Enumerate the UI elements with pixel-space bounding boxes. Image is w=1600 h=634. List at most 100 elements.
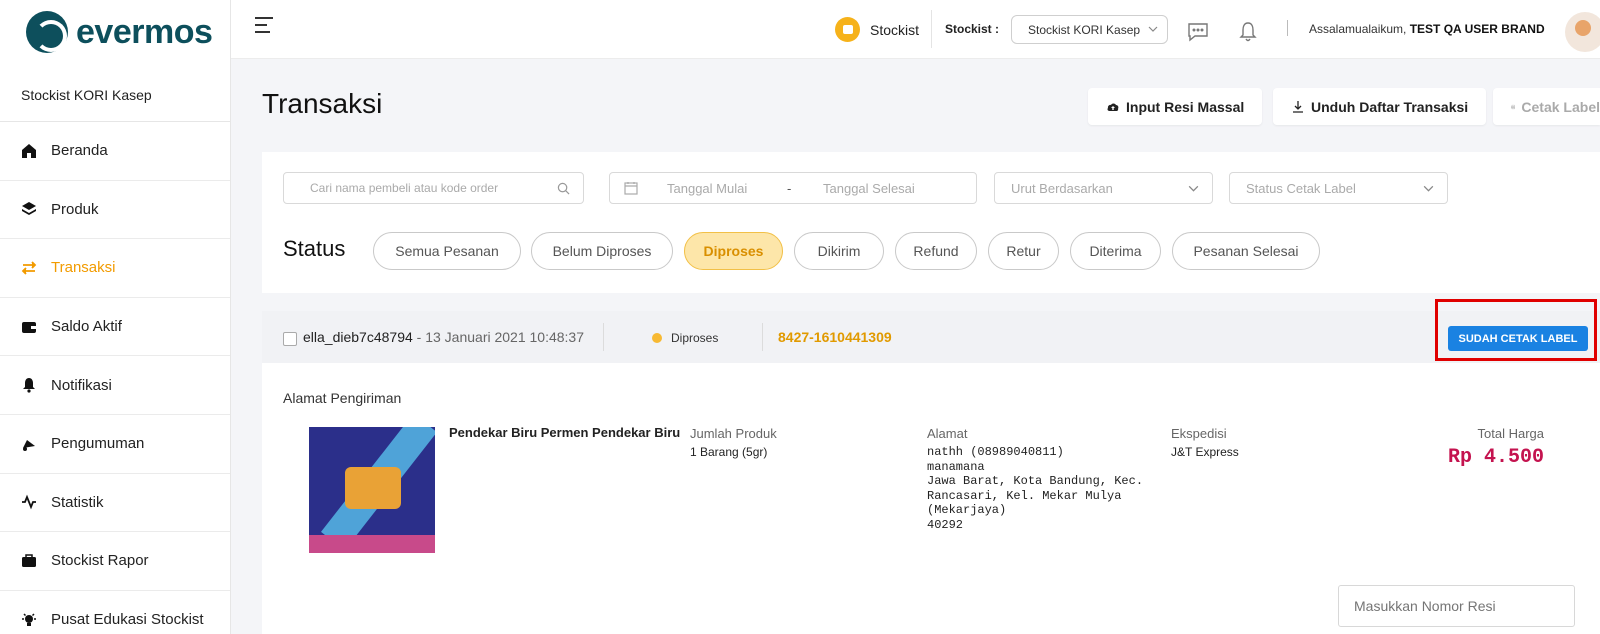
sidebar-item-label: Pusat Edukasi Stockist xyxy=(51,611,204,629)
date-separator: - xyxy=(787,180,792,196)
download-icon xyxy=(1293,100,1303,113)
notification-bell-icon[interactable] xyxy=(1238,21,1258,43)
sidebar-item-label: Beranda xyxy=(51,142,108,160)
order-code[interactable]: 8427-1610441309 xyxy=(778,329,892,345)
avatar[interactable] xyxy=(1565,12,1600,52)
date-start-placeholder: Tanggal Mulai xyxy=(667,180,748,196)
input-resi-massal-button[interactable]: Input Resi Massal xyxy=(1088,88,1263,125)
chevron-down-icon xyxy=(1423,185,1434,192)
sidebar-item-label: Pengumuman xyxy=(51,435,145,453)
order-date: - 13 Januari 2021 10:48:37 xyxy=(412,329,585,345)
address-value: nathh (08989040811) manamana Jawa Barat,… xyxy=(927,445,1143,532)
order-header: ella_dieb7c48794 - 13 Januari 2021 10:48… xyxy=(262,311,1600,363)
order-status: Diproses xyxy=(671,331,719,345)
store-icon xyxy=(835,17,860,42)
sidebar-item-transaksi[interactable]: Transaksi xyxy=(0,239,230,298)
total-price-value: Rp 4.500 xyxy=(1447,446,1544,469)
date-end-placeholder: Tanggal Selesai xyxy=(823,180,915,196)
tab-diterima[interactable]: Diterima xyxy=(1070,232,1161,270)
quantity-label: Jumlah Produk xyxy=(690,426,777,441)
unduh-daftar-transaksi-button[interactable]: Unduh Daftar Transaksi xyxy=(1273,88,1487,125)
layers-icon xyxy=(21,201,37,217)
tab-refund[interactable]: Refund xyxy=(895,232,977,270)
status-label: Status xyxy=(283,236,346,261)
product-image xyxy=(309,427,435,553)
tab-diproses[interactable]: Diproses xyxy=(684,232,783,270)
courier-label: Ekspedisi xyxy=(1171,426,1227,441)
divider xyxy=(603,323,604,351)
stockist-select-label: Stockist : xyxy=(945,22,1000,36)
chat-icon[interactable] xyxy=(1187,22,1209,42)
sidebar-item-produk[interactable]: Produk xyxy=(0,181,230,240)
store-name: Stockist KORI Kasep xyxy=(0,68,230,122)
input-resi-massal-label: Input Resi Massal xyxy=(1126,98,1245,115)
logo-text: evermos xyxy=(76,12,213,51)
megaphone-icon xyxy=(21,436,37,452)
sidebar-item-saldo-aktif[interactable]: Saldo Aktif xyxy=(0,298,230,357)
cetak-label-button[interactable]: Cetak Label xyxy=(1493,88,1600,125)
home-icon xyxy=(21,143,37,159)
total-price-label: Total Harga xyxy=(1477,426,1544,441)
tab-retur[interactable]: Retur xyxy=(988,232,1059,270)
wallet-icon xyxy=(21,319,37,335)
evermos-logo[interactable]: evermos xyxy=(0,0,230,64)
sidebar-item-label: Stockist Rapor xyxy=(51,552,149,570)
resi-number-input[interactable] xyxy=(1338,585,1575,627)
address-line: manamana xyxy=(927,459,985,474)
menu-toggle-icon[interactable] xyxy=(255,17,273,33)
tab-pesanan-selesai[interactable]: Pesanan Selesai xyxy=(1172,232,1320,270)
quantity-value: 1 Barang (5gr) xyxy=(690,445,768,459)
search-icon xyxy=(557,182,570,195)
address-line: Rancasari, Kel. Mekar Mulya xyxy=(927,488,1122,503)
sidebar-item-notifikasi[interactable]: Notifikasi xyxy=(0,356,230,415)
stockist-select-value: Stockist KORI Kasep xyxy=(1028,22,1141,37)
activity-icon xyxy=(21,494,37,510)
cloud-upload-icon xyxy=(1107,103,1119,111)
chevron-down-icon xyxy=(1148,26,1158,32)
unduh-daftar-transaksi-label: Unduh Daftar Transaksi xyxy=(1311,98,1469,115)
greeting-prefix: Assalamualaikum, xyxy=(1309,22,1410,36)
tab-dikirim[interactable]: Dikirim xyxy=(794,232,884,270)
tab-belum-diproses[interactable]: Belum Diproses xyxy=(531,232,673,270)
sidebar-item-pengumuman[interactable]: Pengumuman xyxy=(0,415,230,474)
filter-card: Cari nama pembeli atau kode order Tangga… xyxy=(262,152,1600,293)
address-line: (Mekarjaya) xyxy=(927,503,1007,517)
sidebar-item-pusat-edukasi[interactable]: Pusat Edukasi Stockist xyxy=(0,591,230,634)
sidebar-item-label: Saldo Aktif xyxy=(51,318,122,336)
stockist-select[interactable]: Stockist KORI Kasep xyxy=(1011,15,1168,44)
address-line: 40292 xyxy=(927,517,964,532)
courier-value: J&T Express xyxy=(1171,445,1239,459)
product-name[interactable]: Pendekar Biru Permen Pendekar Biru xyxy=(449,425,680,440)
status-dot-icon xyxy=(652,333,662,343)
tab-semua-pesanan[interactable]: Semua Pesanan xyxy=(373,232,521,270)
swap-icon xyxy=(21,260,37,276)
address-line: Jawa Barat, Kota Bandung, Kec. xyxy=(927,474,1144,488)
shipping-address-title: Alamat Pengiriman xyxy=(283,390,402,406)
lightbulb-icon xyxy=(21,612,37,628)
sort-select[interactable]: Urut Berdasarkan xyxy=(994,172,1213,204)
sudah-cetak-label-button[interactable]: SUDAH CETAK LABEL xyxy=(1448,326,1588,351)
sidebar: evermos Stockist KORI Kasep Beranda Prod… xyxy=(0,0,231,634)
sidebar-item-statistik[interactable]: Statistik xyxy=(0,474,230,533)
user-name: TEST QA USER BRAND xyxy=(1409,22,1545,36)
date-range-picker[interactable]: Tanggal Mulai - Tanggal Selesai xyxy=(609,172,977,204)
sidebar-item-label: Produk xyxy=(51,200,99,218)
sidebar-item-stockist-rapor[interactable]: Stockist Rapor xyxy=(0,532,230,591)
stockist-badge: Stockist xyxy=(835,17,919,42)
divider xyxy=(1287,20,1288,36)
order-buyer: ella_dieb7c48794 - 13 Januari 2021 10:48… xyxy=(303,329,584,345)
evermos-logo-icon xyxy=(26,11,68,53)
bell-icon xyxy=(21,377,37,393)
user-greeting: Assalamualaikum, TEST QA USER BRAND xyxy=(1309,22,1545,36)
address-label: Alamat xyxy=(927,426,968,441)
order-select-checkbox[interactable] xyxy=(283,332,297,346)
order-body: Alamat Pengiriman Pendekar Biru Permen P… xyxy=(262,363,1600,634)
page-title: Transaksi xyxy=(262,88,383,119)
label-status-select[interactable]: Status Cetak Label xyxy=(1229,172,1448,204)
search-placeholder: Cari nama pembeli atau kode order xyxy=(310,181,499,195)
sidebar-item-beranda[interactable]: Beranda xyxy=(0,122,230,181)
cetak-label-label: Cetak Label xyxy=(1521,98,1600,115)
search-input[interactable]: Cari nama pembeli atau kode order xyxy=(283,172,584,204)
divider xyxy=(931,10,932,48)
sidebar-item-label: Transaksi xyxy=(51,259,116,277)
